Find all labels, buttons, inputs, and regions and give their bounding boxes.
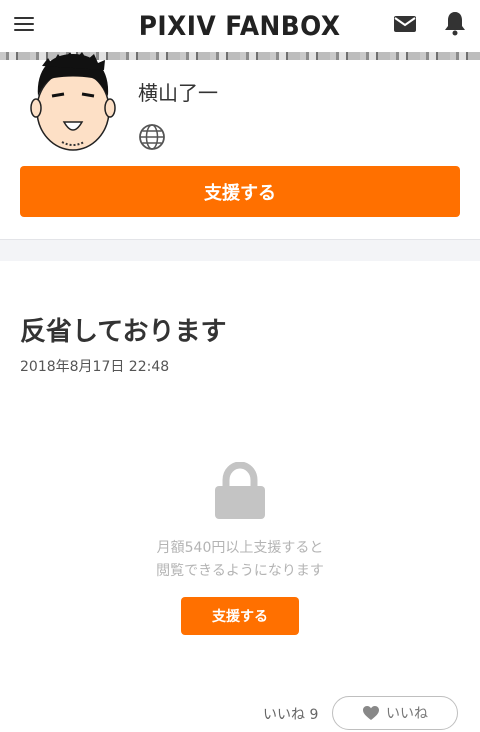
lock-icon xyxy=(215,462,265,519)
hamburger-menu-icon[interactable] xyxy=(14,13,38,35)
like-button[interactable]: いいね xyxy=(332,696,458,730)
app-header: PIXIV FANBOX xyxy=(0,0,480,52)
like-button-label: いいね xyxy=(386,706,428,722)
locked-message-line1: 月額540円以上支援すると xyxy=(156,540,324,556)
bell-icon[interactable] xyxy=(443,10,467,36)
locked-message-line2: 閲覧できるようになります xyxy=(156,563,324,579)
like-count: いいね 9 xyxy=(263,707,319,723)
post-date: 2018年8月17日 22:48 xyxy=(20,359,170,375)
globe-icon[interactable] xyxy=(138,123,166,151)
creator-avatar[interactable] xyxy=(30,46,116,154)
post-title: 反省しております xyxy=(20,317,227,347)
heart-icon xyxy=(363,706,379,720)
section-divider xyxy=(0,239,480,261)
mail-icon[interactable] xyxy=(393,14,417,34)
app-logo[interactable]: PIXIV FANBOX xyxy=(139,11,341,42)
creator-name[interactable]: 横山了一 xyxy=(138,77,218,106)
support-button[interactable]: 支援する xyxy=(20,166,460,217)
locked-support-button[interactable]: 支援する xyxy=(181,597,299,635)
